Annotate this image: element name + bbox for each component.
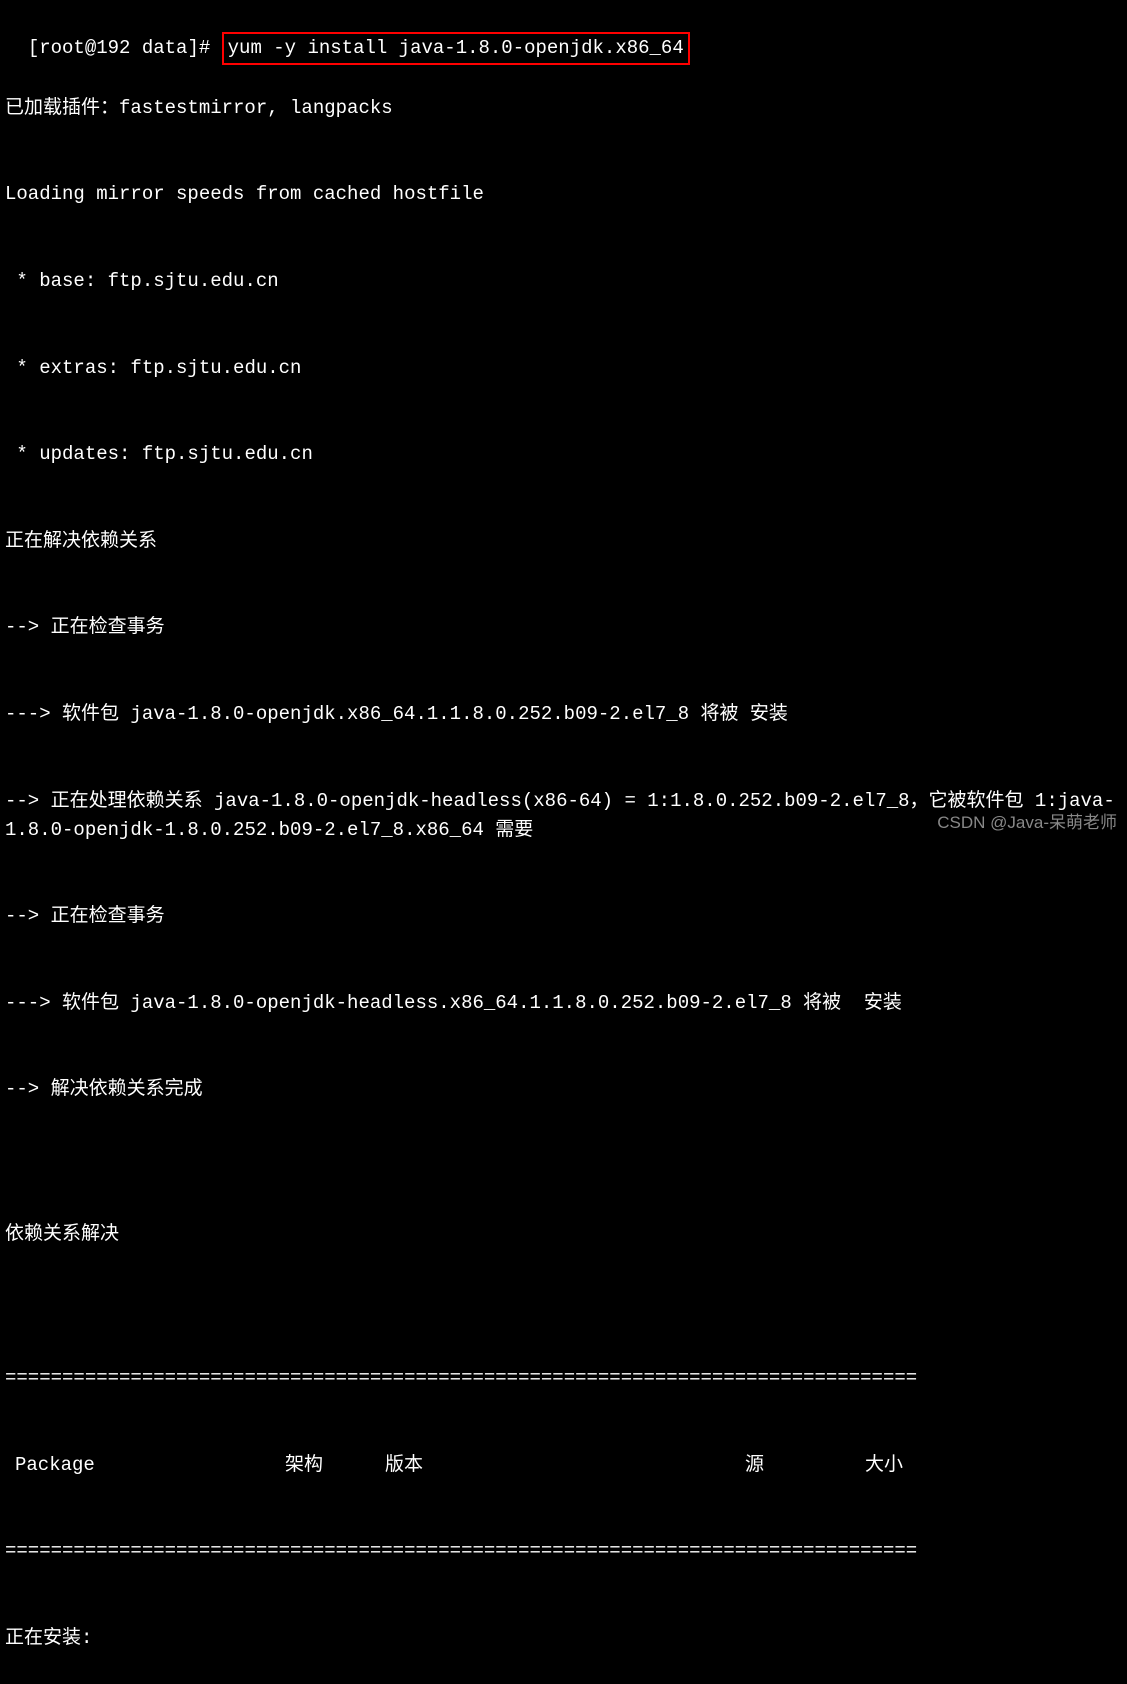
- command-highlight: yum -y install java-1.8.0-openjdk.x86_64: [222, 32, 690, 65]
- output-line: ---> 软件包 java-1.8.0-openjdk.x86_64.1.1.8…: [5, 700, 1122, 729]
- output-line: Loading mirror speeds from cached hostfi…: [5, 180, 1122, 209]
- watermark-text: CSDN @Java-呆萌老师: [937, 810, 1117, 836]
- col-package: Package: [5, 1451, 285, 1480]
- output-line: 正在解决依赖关系: [5, 527, 1122, 556]
- output-line: 依赖关系解决: [5, 1220, 1122, 1249]
- output-line: * extras: ftp.sjtu.edu.cn: [5, 354, 1122, 383]
- output-line: * updates: ftp.sjtu.edu.cn: [5, 440, 1122, 469]
- col-size: 大小: [865, 1451, 945, 1480]
- col-arch: 架构: [285, 1451, 385, 1480]
- separator-line: ========================================…: [5, 1364, 1122, 1393]
- output-line: --> 解决依赖关系完成: [5, 1075, 1122, 1104]
- col-version: 版本: [385, 1451, 745, 1480]
- separator-line: ========================================…: [5, 1537, 1122, 1566]
- col-repo: 源: [745, 1451, 865, 1480]
- output-line: --> 正在检查事务: [5, 613, 1122, 642]
- output-line: * base: ftp.sjtu.edu.cn: [5, 267, 1122, 296]
- installing-label: 正在安装:: [5, 1624, 1122, 1653]
- terminal-output[interactable]: [root@192 data]# yum -y install java-1.8…: [5, 5, 1122, 1684]
- output-line: 已加载插件：fastestmirror, langpacks: [5, 94, 1122, 123]
- shell-prompt: [root@192 data]#: [28, 37, 222, 59]
- output-line: ---> 软件包 java-1.8.0-openjdk-headless.x86…: [5, 989, 1122, 1018]
- output-line: --> 正在检查事务: [5, 902, 1122, 931]
- package-table-header: Package 架构 版本 源 大小: [5, 1451, 1122, 1480]
